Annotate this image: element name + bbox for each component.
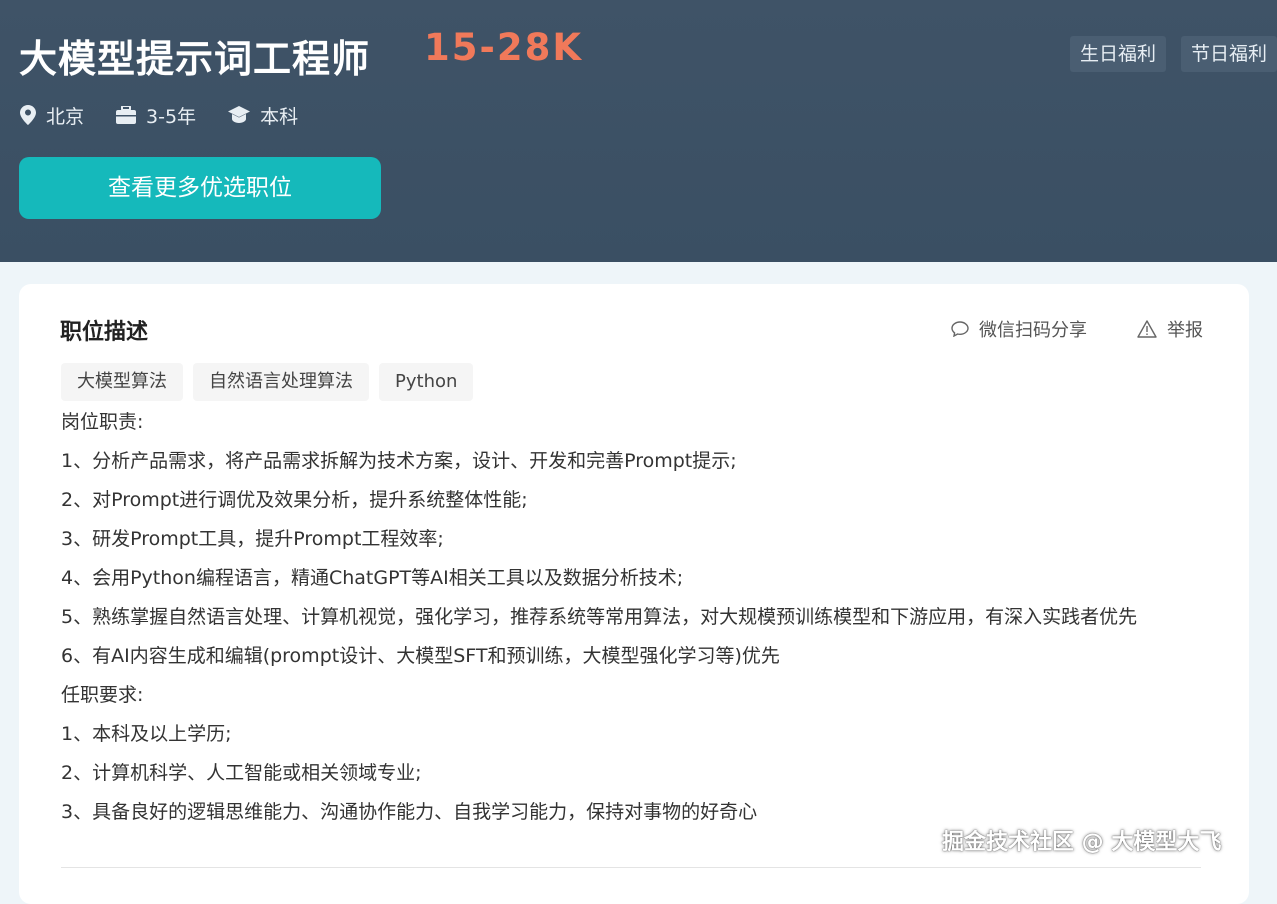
description-line: 6、有AI内容生成和编辑(prompt设计、大模型SFT和预训练，大模型强化学习… (61, 645, 780, 667)
job-header: 大模型提示词工程师 15-28K 生日福利 节日福利 北京 3-5年 本科 查看 (0, 0, 1277, 262)
skill-tag: Python (379, 363, 474, 401)
description-line: 1、分析产品需求，将产品需求拆解为技术方案，设计、开发和完善Prompt提示; (61, 450, 737, 472)
education-item: 本科 (228, 102, 298, 129)
chat-bubble-icon (951, 321, 969, 337)
experience-text: 3-5年 (146, 105, 197, 128)
skill-tags: 大模型算法 自然语言处理算法 Python (61, 363, 483, 401)
location-pin-icon (20, 105, 36, 125)
experience-item: 3-5年 (116, 102, 196, 129)
briefcase-icon (116, 106, 137, 124)
watermark: 掘金技术社区 @ 大模型大飞 (942, 830, 1222, 855)
share-label: 微信扫码分享 (979, 320, 1087, 341)
wechat-share-button[interactable]: 微信扫码分享 (951, 316, 1087, 342)
salary-range: 15-28K (424, 26, 584, 69)
skill-tag: 自然语言处理算法 (193, 363, 369, 401)
graduation-cap-icon (228, 106, 251, 123)
description-line: 3、研发Prompt工具，提升Prompt工程效率; (61, 528, 444, 550)
section-title: 职位描述 (60, 320, 149, 345)
location-item: 北京 (20, 102, 84, 129)
job-description-text: 岗位职责: 1、分析产品需求，将产品需求拆解为技术方案，设计、开发和完善Prom… (61, 403, 1211, 832)
divider (61, 867, 1201, 868)
report-label: 举报 (1167, 320, 1203, 341)
description-line: 1、本科及以上学历; (61, 723, 232, 745)
description-line: 5、熟练掌握自然语言处理、计算机视觉，强化学习，推荐系统等常用算法，对大规模预训… (61, 606, 1138, 628)
description-line: 岗位职责: (61, 411, 144, 433)
welfare-tag: 节日福利 (1181, 36, 1277, 72)
description-line: 2、计算机科学、人工智能或相关领域专业; (61, 762, 422, 784)
description-line: 4、会用Python编程语言，精通ChatGPT等AI相关工具以及数据分析技术; (61, 567, 684, 589)
warning-icon (1137, 320, 1157, 338)
job-title: 大模型提示词工程师 (19, 37, 371, 81)
report-button[interactable]: 举报 (1137, 316, 1203, 342)
job-description-card: 职位描述 微信扫码分享 举报 大模型算法 自然语言处理算法 Python 岗位职… (19, 284, 1249, 904)
welfare-tag: 生日福利 (1070, 36, 1167, 72)
job-meta: 北京 3-5年 本科 (20, 100, 330, 130)
skill-tag: 大模型算法 (61, 363, 183, 401)
education-text: 本科 (260, 105, 299, 128)
description-line: 2、对Prompt进行调优及效果分析，提升系统整体性能; (61, 489, 528, 511)
description-line: 任职要求: (61, 684, 144, 706)
view-more-jobs-button[interactable]: 查看更多优选职位 (19, 157, 381, 219)
location-text: 北京 (46, 105, 85, 128)
